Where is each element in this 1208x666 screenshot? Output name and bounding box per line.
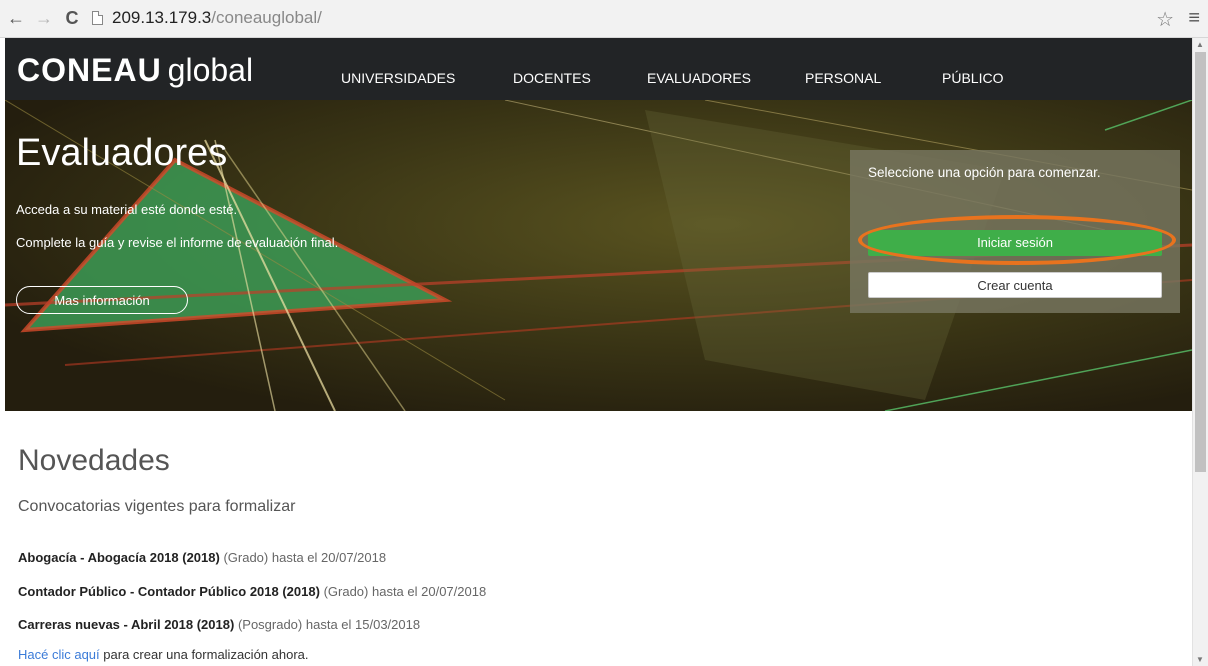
login-panel: Seleccione una opción para comenzar. Ini… (850, 150, 1180, 313)
login-prompt: Seleccione una opción para comenzar. (868, 165, 1101, 180)
hero-title: Evaluadores (16, 132, 228, 174)
news-item-deadline: hasta el 20/07/2018 (271, 550, 387, 565)
browser-menu-icon[interactable]: ≡ (1188, 7, 1200, 30)
nav-universidades[interactable]: UNIVERSIDADES (341, 70, 455, 86)
news-cta-text: para crear una formalización ahora. (103, 647, 309, 662)
logo-strong-text: CONEAU (17, 52, 162, 88)
logo-light-text: global (167, 52, 254, 88)
highlight-ring (858, 215, 1176, 265)
forward-arrow-icon[interactable]: → (34, 8, 54, 28)
page-scrollbar[interactable]: ▲ ▼ (1192, 38, 1208, 666)
news-item-level: (Grado) (323, 584, 369, 599)
news-item-name: Carreras nuevas - Abril 2018 (2018) (18, 617, 235, 632)
back-arrow-icon[interactable]: ← (6, 8, 26, 28)
page-icon (92, 11, 103, 25)
scroll-up-arrow-icon[interactable]: ▲ (1196, 40, 1204, 49)
nav-personal[interactable]: PERSONAL (805, 70, 881, 86)
coneau-logo[interactable]: CONEAU global (17, 52, 253, 89)
url-path: /coneauglobal/ (211, 8, 322, 27)
reload-icon[interactable]: C (62, 8, 82, 28)
more-info-button[interactable]: Mas información (16, 286, 188, 314)
nav-publico[interactable]: PÚBLICO (942, 70, 1003, 86)
news-item-name: Contador Público - Contador Público 2018… (18, 584, 320, 599)
nav-evaluadores[interactable]: EVALUADORES (647, 70, 751, 86)
bookmark-star-icon[interactable]: ☆ (1156, 7, 1174, 32)
news-item: Carreras nuevas - Abril 2018 (2018) (Pos… (18, 617, 420, 632)
url-host: 209.13.179.3 (112, 8, 212, 27)
nav-docentes[interactable]: DOCENTES (513, 70, 591, 86)
news-item-deadline: hasta el 20/07/2018 (371, 584, 487, 599)
news-cta: Hacé clic aquí para crear una formalizac… (18, 647, 309, 662)
news-item: Abogacía - Abogacía 2018 (2018) (Grado) … (18, 550, 386, 565)
news-item-name: Abogacía - Abogacía 2018 (2018) (18, 550, 220, 565)
news-item-level: (Grado) (223, 550, 269, 565)
scroll-down-arrow-icon[interactable]: ▼ (1196, 655, 1204, 664)
browser-toolbar: ← → C 209.13.179.3/coneauglobal/ ☆ ≡ (0, 0, 1208, 38)
news-title: Novedades (18, 444, 170, 477)
hero-tagline-2: Complete la guía y revise el informe de … (16, 235, 339, 250)
news-subtitle: Convocatorias vigentes para formalizar (18, 498, 296, 515)
news-item-deadline: hasta el 15/03/2018 (305, 617, 421, 632)
news-item: Contador Público - Contador Público 2018… (18, 584, 486, 599)
address-bar[interactable]: 209.13.179.3/coneauglobal/ (112, 8, 322, 28)
site-navbar: CONEAU global UNIVERSIDADES DOCENTES EVAL… (5, 38, 1192, 100)
hero-tagline-1: Acceda a su material esté donde esté. (16, 202, 238, 217)
create-formalization-link[interactable]: Hacé clic aquí (18, 647, 100, 662)
hero-banner: Evaluadores Acceda a su material esté do… (5, 100, 1192, 411)
news-item-level: (Posgrado) (237, 617, 303, 632)
scrollbar-thumb[interactable] (1195, 52, 1206, 472)
create-account-button[interactable]: Crear cuenta (868, 272, 1162, 298)
